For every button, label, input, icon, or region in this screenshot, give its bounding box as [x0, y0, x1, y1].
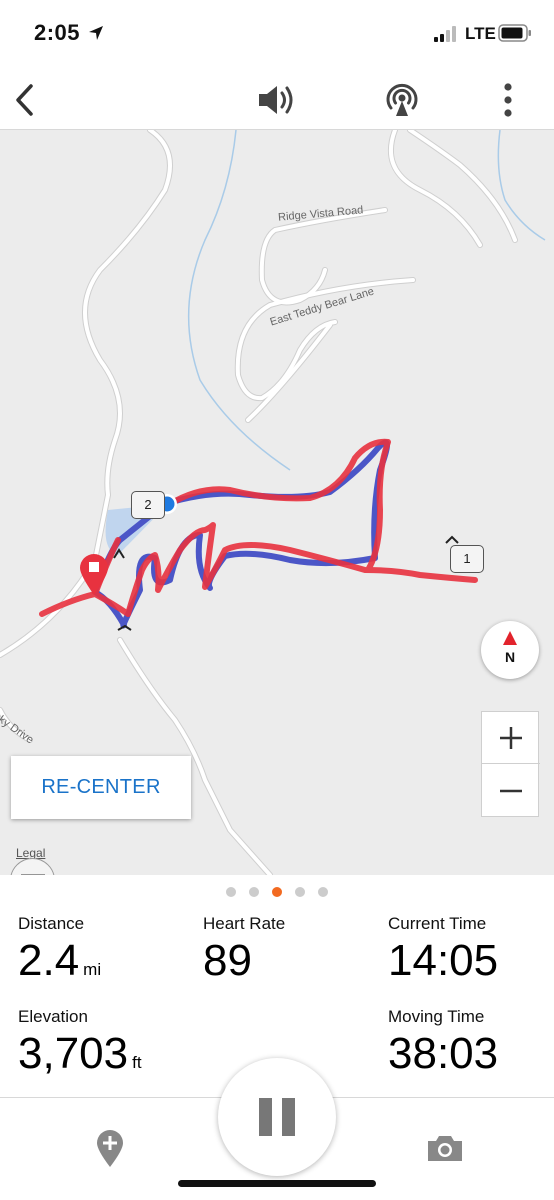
recenter-button[interactable]: RE-CENTER — [11, 756, 191, 819]
status-bar: 2:05 LTE — [0, 0, 554, 68]
map-view[interactable]: Ridge Vista Road East Teddy Bear Lane ky… — [0, 130, 554, 875]
lap-marker-2[interactable]: 2 — [131, 491, 165, 519]
current-time-label: Current Time — [388, 914, 487, 933]
distance-unit: mi — [83, 960, 102, 979]
audio-cues-button[interactable] — [254, 78, 298, 122]
moving-time-stat: Moving Time 38:03 — [388, 1007, 498, 1079]
zoom-out-button[interactable] — [482, 765, 540, 817]
pause-icon-bar — [282, 1098, 295, 1136]
speaker-icon — [259, 86, 293, 114]
pause-button[interactable] — [218, 1058, 336, 1176]
live-track-button[interactable] — [380, 78, 424, 122]
distance-value-row: 2.4 mi — [18, 936, 101, 986]
elevation-value-row: 3,703 ft — [18, 1029, 142, 1079]
back-button[interactable] — [2, 78, 46, 122]
top-nav-bar — [0, 68, 554, 130]
page-indicator — [0, 887, 554, 897]
page-dot-active[interactable] — [272, 887, 282, 897]
distance-label: Distance — [18, 914, 85, 933]
network-label: LTE — [465, 24, 496, 43]
current-time-stat: Current Time 14:05 — [388, 914, 498, 986]
signal-icon — [434, 26, 456, 42]
lap-marker-1[interactable]: 1 — [450, 545, 484, 573]
more-options-button[interactable] — [486, 78, 530, 122]
camera-icon — [428, 1136, 462, 1161]
heart-rate-value: 89 — [203, 936, 252, 985]
home-indicator — [178, 1180, 376, 1187]
status-time: 2:05 — [34, 20, 81, 45]
camera-button[interactable] — [423, 1128, 467, 1168]
elevation-value: 3,703 — [18, 1029, 129, 1078]
heart-rate-label: Heart Rate — [203, 914, 286, 933]
distance-stat: Distance 2.4 mi — [18, 914, 101, 986]
elevation-stat: Elevation 3,703 ft — [18, 1007, 142, 1079]
moving-time-label: Moving Time — [388, 1007, 485, 1026]
more-vertical-icon — [504, 83, 512, 117]
add-waypoint-icon — [97, 1130, 123, 1167]
add-waypoint-button[interactable] — [88, 1126, 132, 1170]
compass-label: N — [504, 649, 516, 665]
zoom-in-button[interactable] — [482, 712, 540, 764]
battery-icon — [498, 24, 531, 42]
current-time-value: 14:05 — [388, 936, 499, 985]
zoom-controls — [481, 711, 540, 817]
elevation-label: Elevation — [18, 1007, 88, 1026]
north-arrow-icon — [503, 631, 517, 645]
location-arrow-icon — [89, 26, 103, 40]
moving-time-value: 38:03 — [388, 1029, 499, 1078]
back-chevron-icon — [16, 84, 33, 116]
heart-rate-stat: Heart Rate 89 — [203, 914, 285, 986]
page-dot[interactable] — [249, 887, 259, 897]
page-dot[interactable] — [318, 887, 328, 897]
pause-icon — [259, 1098, 272, 1136]
minus-icon — [500, 789, 522, 793]
plus-icon — [500, 726, 522, 749]
compass-button[interactable]: N — [481, 621, 539, 679]
page-dot[interactable] — [295, 887, 305, 897]
elevation-unit: ft — [132, 1053, 142, 1072]
distance-value: 2.4 — [18, 936, 80, 985]
live-broadcast-icon — [386, 83, 418, 116]
page-dot[interactable] — [226, 887, 236, 897]
